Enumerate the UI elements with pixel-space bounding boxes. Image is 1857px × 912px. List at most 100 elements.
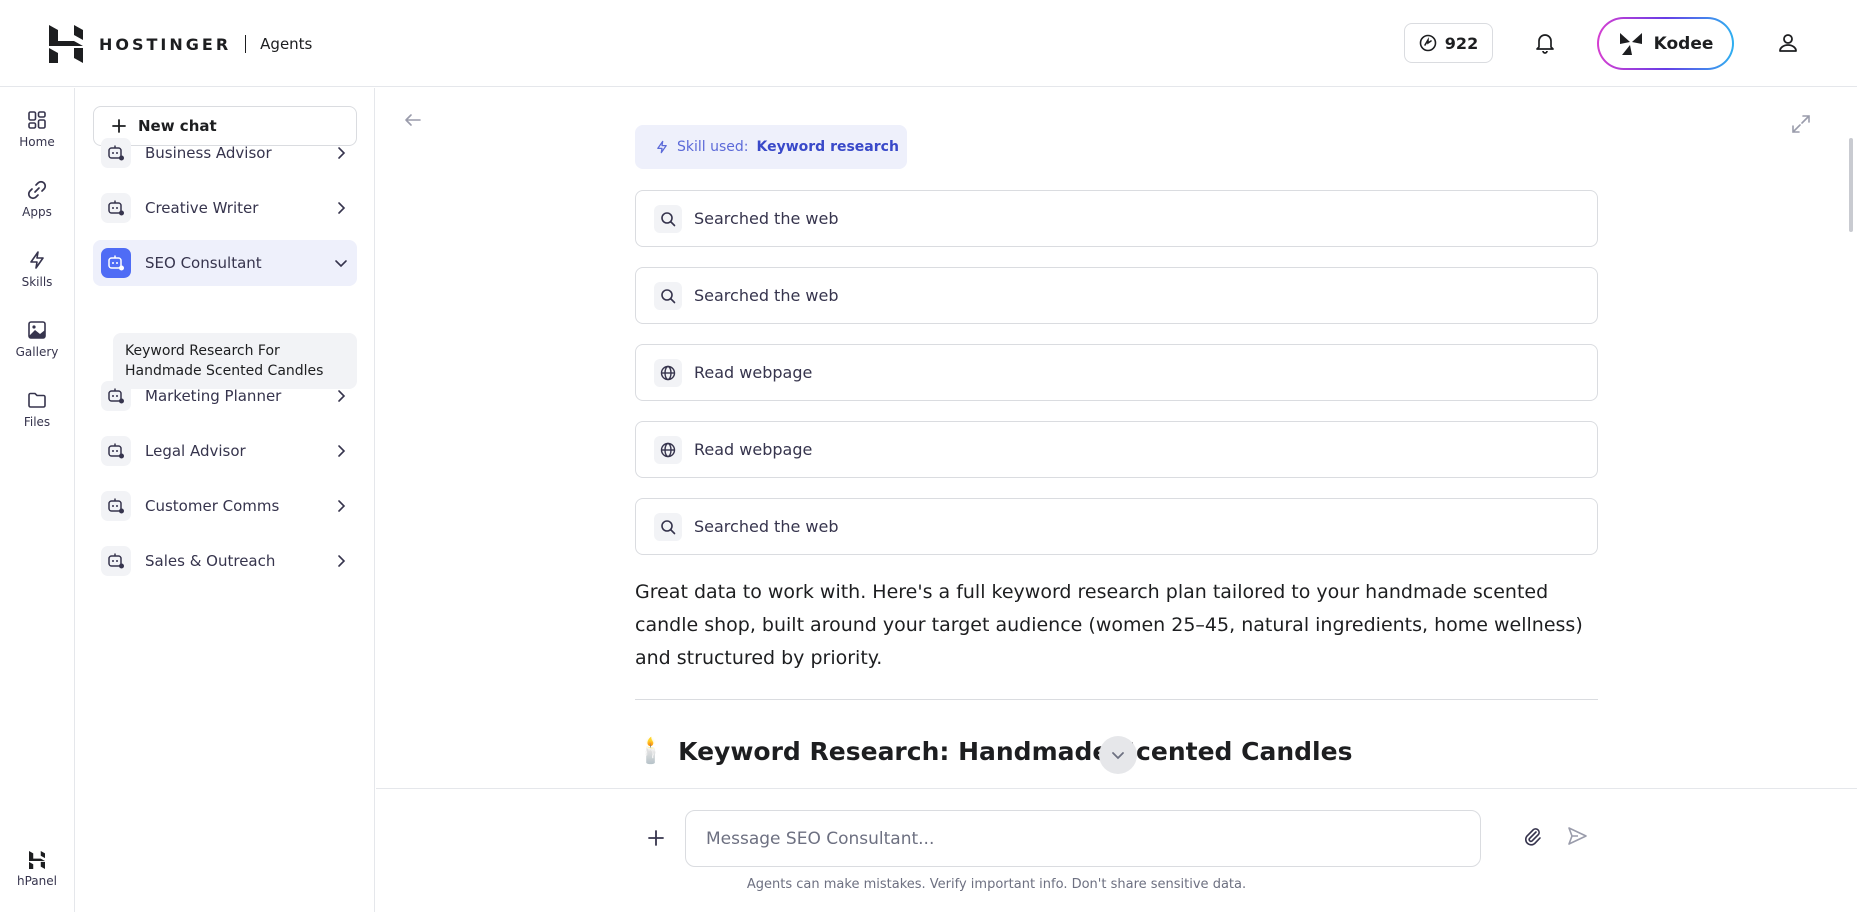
- disclaimer-text: Agents can make mistakes. Verify importa…: [746, 877, 1247, 892]
- agent-label: Creative Writer: [145, 199, 259, 217]
- rail-item-files[interactable]: Files: [0, 390, 74, 429]
- scroll-to-bottom-button[interactable]: [1099, 736, 1137, 774]
- send-button[interactable]: [1566, 825, 1588, 851]
- tool-step-label: Read webpage: [694, 363, 813, 382]
- rail-item-home[interactable]: Home: [0, 110, 74, 149]
- divider: [635, 699, 1598, 700]
- chevron-right-icon: [338, 390, 346, 402]
- chat-area: Skill used: Keyword research Searched th…: [376, 88, 1857, 788]
- rail-item-apps[interactable]: Apps: [0, 180, 74, 219]
- skill-used-prefix: Skill used:: [677, 139, 749, 155]
- chat-item-active[interactable]: Keyword Research For Handmade Scented Ca…: [113, 333, 357, 389]
- rail-label: Gallery: [15, 345, 59, 359]
- add-button[interactable]: [644, 826, 668, 850]
- kodee-logo-icon: [1619, 32, 1642, 55]
- rail-item-hpanel[interactable]: hPanel: [0, 851, 74, 888]
- agent-avatar: [101, 491, 131, 521]
- search-icon: [661, 519, 676, 534]
- agent-label: SEO Consultant: [145, 254, 262, 272]
- composer-area: Agents can make mistakes. Verify importa…: [376, 788, 1857, 912]
- rail-item-gallery[interactable]: Gallery: [0, 320, 74, 359]
- attach-button[interactable]: [1521, 825, 1543, 851]
- search-icon: [661, 288, 676, 303]
- expand-button[interactable]: [1791, 114, 1811, 138]
- answer-heading-text: Keyword Research: Handmade Scented Candl…: [678, 736, 1353, 766]
- chevron-down-icon: [1112, 752, 1124, 760]
- tool-step-icon: [654, 435, 682, 464]
- agent-bot-icon: [108, 553, 124, 569]
- agent-bot-icon: [108, 200, 124, 216]
- agent-bot-icon: [108, 388, 124, 404]
- agent-label: Marketing Planner: [145, 387, 282, 405]
- agent-label: Legal Advisor: [145, 442, 246, 460]
- skill-used-name[interactable]: Keyword research: [757, 139, 899, 155]
- chevron-right-icon: [338, 500, 346, 512]
- agent-label: Customer Comms: [145, 497, 280, 515]
- candle-emoji: 🕯️: [635, 736, 667, 765]
- home-grid-icon: [28, 111, 46, 129]
- chevron-right-icon: [338, 555, 346, 567]
- hostinger-logo-icon: [29, 851, 45, 869]
- tool-step[interactable]: Searched the web: [635, 498, 1598, 555]
- search-icon: [661, 211, 676, 226]
- sidebar-item-agent[interactable]: SEO Consultant: [93, 240, 357, 286]
- tool-step[interactable]: Read webpage: [635, 344, 1598, 401]
- globe-icon: [660, 365, 676, 380]
- credits-icon: [1419, 34, 1437, 52]
- agent-bot-icon: [108, 255, 124, 271]
- brand-sub: Agents: [260, 35, 313, 53]
- agent-avatar: [101, 436, 131, 466]
- chevron-right-icon: [338, 147, 346, 159]
- tool-step[interactable]: Searched the web: [635, 190, 1598, 247]
- tool-step[interactable]: Searched the web: [635, 267, 1598, 324]
- skill-used-chip: Skill used: Keyword research: [635, 125, 907, 169]
- agent-avatar: [101, 546, 131, 576]
- lightning-icon: [657, 140, 667, 154]
- agent-bot-icon: [108, 498, 124, 514]
- sidebar-item-agent[interactable]: Business Advisor: [93, 130, 357, 176]
- agent-avatar: [101, 138, 131, 168]
- credits-count: 922: [1444, 33, 1479, 53]
- brand[interactable]: HOSTINGER Agents: [49, 25, 312, 63]
- bell-icon: [1536, 34, 1554, 54]
- agent-avatar: [101, 193, 131, 223]
- rail-item-skills[interactable]: Skills: [0, 250, 74, 289]
- kodee-label: Kodee: [1653, 33, 1714, 54]
- link-icon: [27, 180, 47, 200]
- rail-label: Skills: [21, 275, 53, 289]
- plus-icon: [648, 830, 664, 846]
- top-bar: HOSTINGER Agents 922 Kodee: [0, 0, 1857, 87]
- notifications-button[interactable]: [1531, 29, 1559, 57]
- sidebar-item-agent[interactable]: Sales & Outreach: [93, 538, 357, 584]
- expand-icon: [1792, 115, 1810, 133]
- rail-label: hPanel: [17, 874, 57, 888]
- account-button[interactable]: [1772, 27, 1804, 59]
- rail-label: Apps: [22, 205, 52, 219]
- sidebar-item-agent[interactable]: Creative Writer: [93, 185, 357, 231]
- back-button[interactable]: [404, 112, 422, 131]
- brand-separator: [245, 35, 247, 53]
- agent-bot-icon: [108, 145, 124, 161]
- lightning-icon: [30, 251, 44, 269]
- message-input[interactable]: [685, 810, 1481, 867]
- scrollbar-thumb[interactable]: [1849, 138, 1853, 232]
- sidebar-item-agent[interactable]: Customer Comms: [93, 483, 357, 529]
- send-icon: [1568, 827, 1587, 845]
- tool-step-label: Searched the web: [694, 286, 839, 305]
- image-icon: [28, 321, 46, 339]
- rail-label: Home: [19, 135, 55, 149]
- tool-step[interactable]: Read webpage: [635, 421, 1598, 478]
- rail-label: Files: [23, 415, 51, 429]
- tool-step-icon: [654, 281, 682, 310]
- kodee-button[interactable]: Kodee: [1597, 17, 1734, 70]
- tool-step-icon: [654, 204, 682, 233]
- tool-step-label: Searched the web: [694, 517, 839, 536]
- chevron-right-icon: [338, 202, 346, 214]
- agent-label: Sales & Outreach: [145, 552, 276, 570]
- chevron-right-icon: [338, 445, 346, 457]
- brand-name: HOSTINGER: [99, 34, 232, 54]
- credits-button[interactable]: 922: [1404, 23, 1493, 63]
- disclaimer: Agents can make mistakes. Verify importa…: [376, 877, 1857, 892]
- tool-step-icon: [654, 358, 682, 387]
- sidebar-item-agent[interactable]: Legal Advisor: [93, 428, 357, 474]
